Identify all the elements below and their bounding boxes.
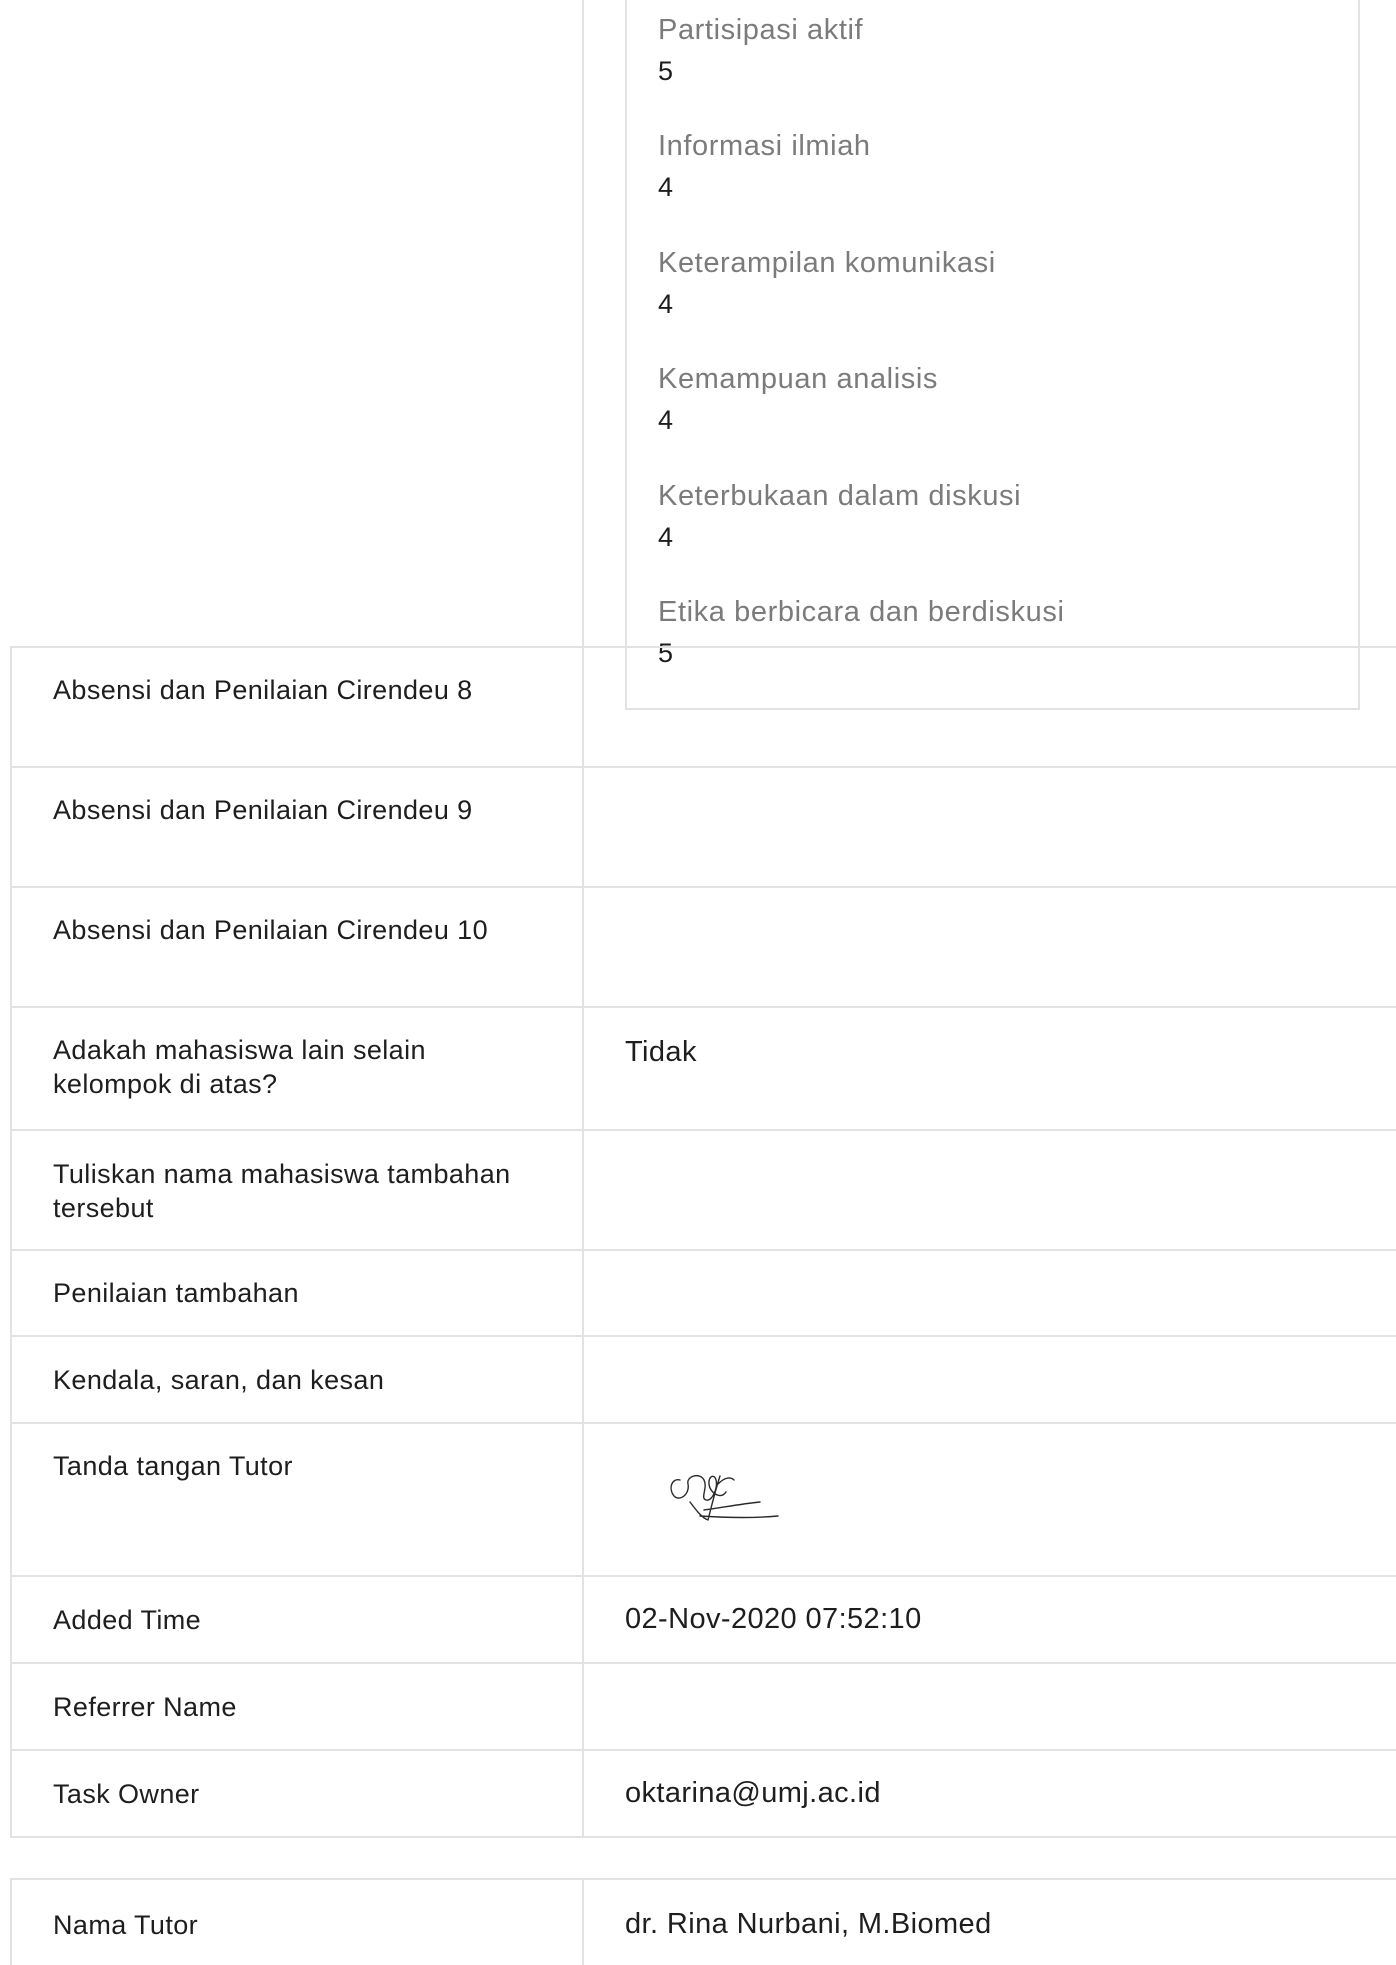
rating-item-analisis: Kemampuan analisis 4 [658,361,938,437]
rating-value: 4 [658,172,674,202]
rating-value: 4 [658,289,674,319]
rating-item-keterbukaan: Keterbukaan dalam diskusi 4 [658,478,1021,554]
rating-item-komunikasi: Keterampilan komunikasi 4 [658,245,996,321]
row-value-nama-tutor: dr. Rina Nurbani, M.Biomed [625,1908,992,1940]
row-divider [10,1422,1396,1424]
row-label-added-time: Added Time [53,1605,202,1635]
row-divider [10,1006,1396,1008]
row-label-referrer-name: Referrer Name [53,1692,237,1722]
rating-label: Etika berbicara dan berdiskusi [658,596,1065,628]
rating-label: Keterampilan komunikasi [658,247,996,279]
row-divider [10,1749,1396,1751]
rating-label: Partisipasi aktif [658,14,864,46]
row-value-added-time: 02-Nov-2020 07:52:10 [625,1603,922,1635]
rating-item-etika: Etika berbicara dan berdiskusi 5 [658,594,1064,670]
column-divider [582,0,584,646]
rating-value: 4 [658,405,674,435]
row-label-cirendeu-10: Absensi dan Penilaian Cirendeu 10 [53,915,488,945]
row-label-kendala: Kendala, saran, dan kesan [53,1365,385,1395]
rating-label: Informasi ilmiah [658,130,871,162]
row-label-nama-tambahan: Tuliskan nama mahasiswa tambahan tersebu… [53,1159,511,1223]
row-divider [10,1662,1396,1664]
row-value-mahasiswa-lain: Tidak [625,1036,697,1068]
row-label-nama-tutor: Nama Tutor [53,1910,199,1940]
table-left-border [10,646,12,1838]
row-label-mahasiswa-lain: Adakah mahasiswa lain selain kelompok di… [53,1035,426,1099]
row-label-cirendeu-9: Absensi dan Penilaian Cirendeu 9 [53,795,473,825]
row-divider [10,646,1396,648]
row-divider [10,766,1396,768]
rating-item-partisipasi: Partisipasi aktif 5 [658,12,863,88]
row-divider [10,1575,1396,1577]
rating-item-informasi: Informasi ilmiah 4 [658,128,871,204]
row-label-task-owner: Task Owner [53,1779,200,1809]
row-divider [10,1249,1396,1251]
rating-value: 4 [658,522,674,552]
row-divider [10,886,1396,888]
tutor-signature-icon [670,1474,779,1521]
row-divider [10,1836,1396,1838]
rating-label: Kemampuan analisis [658,363,938,395]
rating-value: 5 [658,56,674,86]
row-label-tanda-tangan: Tanda tangan Tutor [53,1451,293,1481]
row-label-penilaian-tambahan: Penilaian tambahan [53,1278,299,1308]
rating-value: 5 [658,638,674,668]
row-label-cirendeu-8: Absensi dan Penilaian Cirendeu 8 [53,675,473,705]
row-divider [10,1335,1396,1337]
row-value-task-owner: oktarina@umj.ac.id [625,1777,881,1809]
column-divider [582,646,584,1838]
row-divider [10,1129,1396,1131]
rating-label: Keterbukaan dalam diskusi [658,480,1022,512]
table-left-border [10,1878,12,1965]
column-divider [582,1878,584,1965]
row-divider [10,1878,1396,1880]
